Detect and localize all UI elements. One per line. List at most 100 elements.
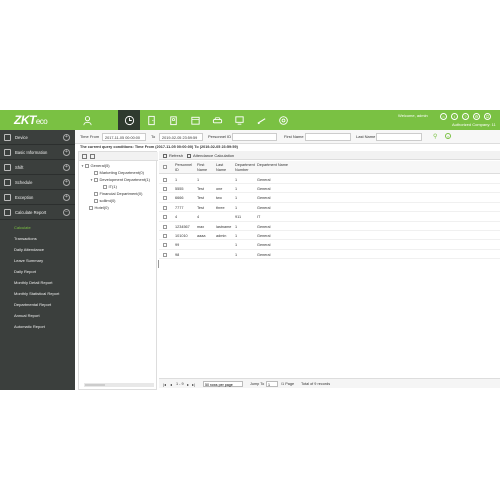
help-icon[interactable]: ? <box>462 113 469 120</box>
person-icon[interactable] <box>76 110 98 130</box>
expand-icon[interactable]: + <box>63 149 70 156</box>
sidebar-subitem-transactions[interactable]: Transactions <box>0 233 75 244</box>
table-row[interactable]: 98 1 General <box>159 250 500 260</box>
tree-node[interactable]: IT(1) <box>99 184 117 191</box>
column-header[interactable]: Last Name <box>216 163 232 172</box>
expand-icon[interactable]: + <box>63 179 70 186</box>
authorized-company-text: Authorized Company: 11 <box>452 122 496 127</box>
settings-icon[interactable]: ⚙ <box>473 113 480 120</box>
sidebar-subitem-automatic-report[interactable]: Automatic Report <box>0 321 75 332</box>
select-all-checkbox[interactable] <box>163 165 167 169</box>
sidebar-subitem-leave-summary[interactable]: Leave Summary <box>0 255 75 266</box>
tree-checkbox[interactable] <box>85 163 89 168</box>
car-icon[interactable] <box>206 110 228 130</box>
last-name-input[interactable] <box>376 133 422 141</box>
table-row[interactable]: 101010 aaaa admin 1 General <box>159 231 500 241</box>
monitor-icon[interactable] <box>228 110 250 130</box>
total-records-text: Total of 9 records <box>301 382 331 386</box>
column-header[interactable]: Department Name <box>257 163 297 168</box>
tree-checkbox[interactable] <box>103 184 107 189</box>
sidebar-subitem-monthly-statistical-report[interactable]: Monthly Statistical Report <box>0 288 75 299</box>
sidebar-subitem-calculate[interactable]: Calculate <box>0 222 75 233</box>
clock-icon[interactable] <box>118 110 140 130</box>
clear-icon[interactable]: × <box>445 133 451 139</box>
home-icon[interactable]: ⌂ <box>440 113 447 120</box>
logout-icon[interactable]: ⏻ <box>484 113 491 120</box>
row-checkbox[interactable] <box>163 252 167 257</box>
table-row[interactable]: 1 1 1 General <box>159 175 500 184</box>
row-checkbox[interactable] <box>163 233 167 238</box>
to-input[interactable]: 2019-02-05 23:59:59 <box>159 133 203 141</box>
table-row[interactable]: 99 1 General <box>159 241 500 250</box>
table-cell: General <box>257 224 271 229</box>
department-tree-panel: ▼ General(5) Marketing Department(0) ▼ Dev… <box>78 151 158 390</box>
sidebar-subitem-daily-attendance[interactable]: Daily Attendance <box>0 244 75 255</box>
sidebar-item-calculate-report[interactable]: Calculate Report − <box>0 205 75 220</box>
column-header[interactable]: First Name <box>197 163 213 172</box>
rows-per-page-select[interactable]: 50 rows per page <box>203 381 243 387</box>
row-checkbox[interactable] <box>163 196 167 201</box>
tree-node[interactable]: Hotel(0) <box>85 205 109 212</box>
last-page-icon[interactable]: ▸| <box>192 382 195 387</box>
sidebar-item-schedule[interactable]: Schedule + <box>0 175 75 190</box>
table-row[interactable]: 4 4 911 IT <box>159 213 500 222</box>
sidebar-subitem-monthly-detail-report[interactable]: Monthly Detail Report <box>0 277 75 288</box>
tree-horizontal-scrollbar[interactable] <box>84 383 154 387</box>
first-name-input[interactable] <box>305 133 351 141</box>
tree-node[interactable]: sollimi(0) <box>90 198 116 205</box>
collapse-icon[interactable]: − <box>63 209 70 216</box>
expand-icon[interactable]: + <box>63 164 70 171</box>
table-row[interactable]: 1234567 max lastname 1 General <box>159 222 500 231</box>
expand-icon[interactable]: + <box>63 194 70 201</box>
collapse-all-icon[interactable] <box>90 154 95 159</box>
sidebar-item-device[interactable]: Device + <box>0 130 75 145</box>
table-row[interactable]: 6666 Test two 1 General <box>159 194 500 203</box>
row-checkbox[interactable] <box>163 177 167 182</box>
prev-page-icon[interactable]: ◂ <box>170 382 172 387</box>
next-page-icon[interactable]: ▸ <box>187 382 189 387</box>
tree-checkbox[interactable] <box>94 191 98 196</box>
sidebar-item-shift[interactable]: Shift + <box>0 160 75 175</box>
tree-node[interactable]: ▼ Development Department(1) <box>90 177 150 184</box>
personnel-id-input[interactable] <box>232 133 277 141</box>
expand-icon[interactable]: + <box>63 134 70 141</box>
jump-to-input[interactable]: 1 <box>266 381 278 387</box>
badge-icon[interactable] <box>162 110 184 130</box>
table-cell: 4 <box>175 215 178 220</box>
tree-checkbox[interactable] <box>94 177 98 182</box>
tree-checkbox[interactable] <box>89 205 93 210</box>
welcome-text[interactable]: Welcome, admin <box>398 113 428 118</box>
table-row[interactable]: 7777 Test three 1 General <box>159 203 500 213</box>
expand-all-icon[interactable] <box>82 154 87 159</box>
row-checkbox[interactable] <box>163 215 167 220</box>
sidebar-subitem-annual-report[interactable]: Annual Report <box>0 310 75 321</box>
sidebar-subitem-departmental-report[interactable]: Departmental Report <box>0 299 75 310</box>
sidebar-subitem-daily-report[interactable]: Daily Report <box>0 266 75 277</box>
row-checkbox[interactable] <box>163 186 167 191</box>
scrollbar-thumb[interactable] <box>85 384 105 386</box>
first-page-icon[interactable]: |◂ <box>163 382 166 387</box>
tree-checkbox[interactable] <box>94 198 98 203</box>
time-from-input[interactable]: 2017-11-05 00:00:00 <box>102 133 146 141</box>
calendar-icon[interactable] <box>184 110 206 130</box>
row-checkbox[interactable] <box>163 205 167 210</box>
table-cell: 1234567 <box>175 224 190 229</box>
table-row[interactable]: 5555 Test one 1 General <box>159 184 500 194</box>
column-header[interactable]: Department Number <box>235 163 255 172</box>
parking-icon[interactable] <box>250 110 272 130</box>
row-checkbox[interactable] <box>163 224 167 229</box>
tree-node[interactable]: ▼ General(5) <box>81 163 110 170</box>
refresh-button[interactable]: Refresh <box>163 153 183 158</box>
target-icon[interactable] <box>272 110 294 130</box>
row-checkbox[interactable] <box>163 243 167 248</box>
sidebar-item-exception[interactable]: Exception + <box>0 190 75 205</box>
sidebar-item-basic-information[interactable]: Basic Information + <box>0 145 75 160</box>
tree-checkbox[interactable] <box>94 170 98 175</box>
column-header[interactable]: Personnel ID <box>175 163 193 172</box>
door-icon[interactable] <box>140 110 162 130</box>
tree-node[interactable]: Marketing Department(0) <box>90 170 144 177</box>
attendance-calculation-button[interactable]: Attendance Calculation <box>187 153 234 158</box>
info-icon[interactable]: i <box>451 113 458 120</box>
tree-node[interactable]: Financial Department(0) <box>90 191 142 198</box>
search-icon[interactable]: ⚲ <box>433 133 437 140</box>
